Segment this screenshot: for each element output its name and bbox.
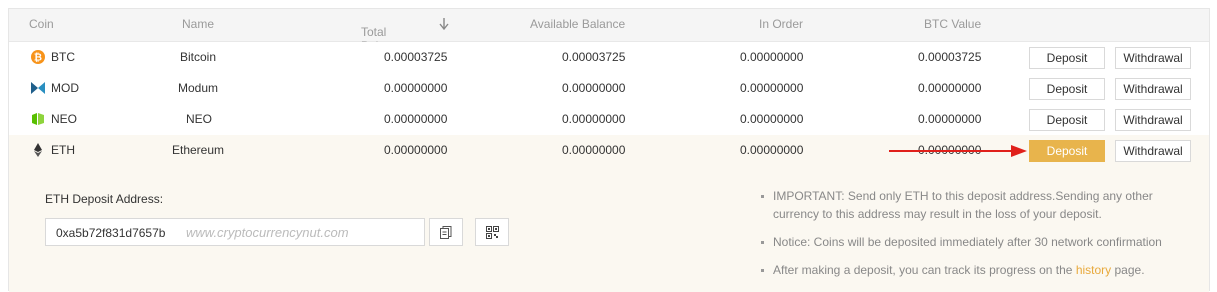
in-order: 0.00000000 (740, 50, 804, 64)
coin-symbol: ETH (51, 143, 75, 157)
deposit-address-label: ETH Deposit Address: (45, 192, 164, 206)
table-header: Coin Name Total Balance Available Balanc… (9, 9, 1209, 53)
header-btc-value: BTC Value (924, 17, 982, 31)
deposit-button[interactable]: Deposit (1029, 78, 1105, 100)
qr-code-icon (486, 226, 499, 239)
ethereum-icon (34, 143, 42, 157)
history-link[interactable]: history (1076, 263, 1111, 277)
neo-icon (32, 113, 44, 125)
header-available-balance: Available Balance (530, 17, 626, 31)
note-history-suffix: page. (1111, 263, 1145, 277)
watermark-text: www.cryptocurrencynut.com (186, 225, 349, 240)
header-name: Name (182, 17, 215, 31)
note-history-prefix: After making a deposit, you can track it… (773, 263, 1076, 277)
btc-value: 0.00003725 (918, 50, 982, 64)
note-confirmations: Notice: Coins will be deposited immediat… (761, 233, 1181, 251)
deposit-button-active[interactable]: Deposit (1029, 140, 1105, 162)
deposit-address-value: 0xa5b72f831d7657b (56, 226, 166, 240)
btc-value: 0.00000000 (918, 81, 982, 95)
header-in-order: In Order (759, 17, 804, 31)
in-order: 0.00000000 (740, 143, 804, 157)
total-balance: 0.00000000 (384, 143, 448, 157)
deposit-address-field[interactable]: 0xa5b72f831d7657b www.cryptocurrencynut.… (45, 218, 425, 246)
svg-text:₿: ₿ (34, 52, 42, 64)
table-row-eth: ETH Ethereum 0.00000000 0.00000000 0.000… (9, 135, 1209, 166)
coin-symbol: MOD (51, 81, 79, 95)
table-row-neo: NEO NEO 0.00000000 0.00000000 0.00000000… (9, 104, 1209, 136)
in-order: 0.00000000 (740, 81, 804, 95)
note-history: After making a deposit, you can track it… (761, 261, 1181, 279)
deposit-notes: IMPORTANT: Send only ETH to this deposit… (761, 187, 1181, 289)
in-order: 0.00000000 (740, 112, 804, 126)
header-coin: Coin (29, 17, 54, 31)
withdrawal-button[interactable]: Withdrawal (1115, 47, 1191, 69)
total-balance: 0.00003725 (384, 50, 448, 64)
table-row-btc: ₿ BTC Bitcoin 0.00003725 0.00003725 0.00… (9, 42, 1209, 74)
sort-down-icon[interactable] (439, 18, 449, 30)
coin-symbol: BTC (51, 50, 75, 64)
available-balance: 0.00003725 (562, 50, 626, 64)
bitcoin-icon: ₿ (31, 50, 45, 64)
coin-name: NEO (186, 112, 213, 126)
copy-address-button[interactable] (429, 218, 463, 246)
withdrawal-button[interactable]: Withdrawal (1115, 140, 1191, 162)
deposit-button[interactable]: Deposit (1029, 109, 1105, 131)
copy-icon (440, 226, 452, 239)
table-row-mod: MOD Modum 0.00000000 0.00000000 0.000000… (9, 73, 1209, 105)
withdrawal-button[interactable]: Withdrawal (1115, 109, 1191, 131)
qr-code-button[interactable] (475, 218, 509, 246)
coin-name: Ethereum (172, 143, 225, 157)
modum-icon (31, 82, 45, 94)
available-balance: 0.00000000 (562, 143, 626, 157)
coin-name: Modum (178, 81, 219, 95)
btc-value: 0.00000000 (918, 112, 982, 126)
note-important: IMPORTANT: Send only ETH to this deposit… (761, 187, 1181, 223)
total-balance: 0.00000000 (384, 81, 448, 95)
total-balance: 0.00000000 (384, 112, 448, 126)
coin-name: Bitcoin (180, 50, 217, 64)
red-arrow-icon (889, 145, 1027, 157)
withdrawal-button[interactable]: Withdrawal (1115, 78, 1191, 100)
coin-symbol: NEO (51, 112, 78, 126)
balances-table: Coin Name Total Balance Available Balanc… (8, 8, 1210, 292)
available-balance: 0.00000000 (562, 81, 626, 95)
available-balance: 0.00000000 (562, 112, 626, 126)
deposit-button[interactable]: Deposit (1029, 47, 1105, 69)
